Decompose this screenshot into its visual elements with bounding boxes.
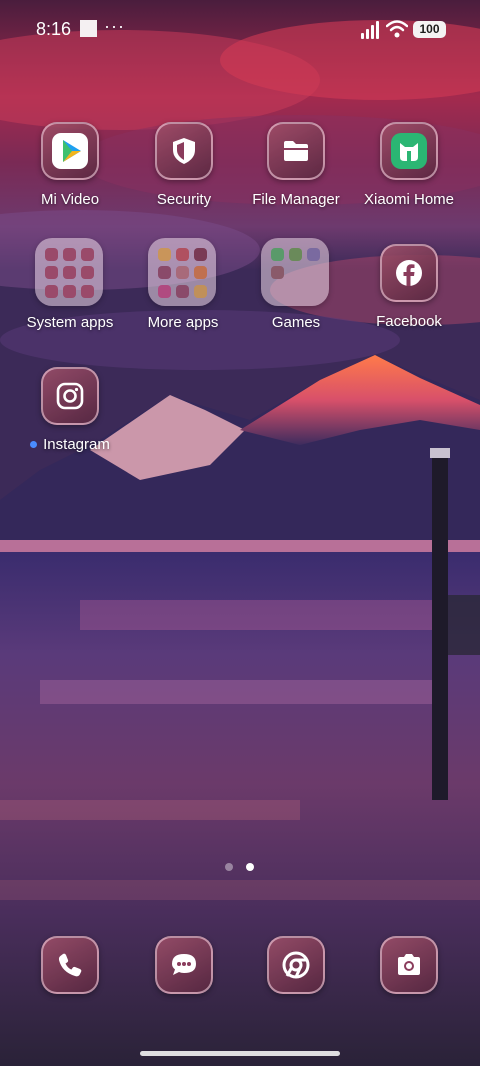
new-install-indicator: [30, 440, 38, 448]
camera-icon: [398, 954, 420, 975]
file-manager-icon[interactable]: [267, 122, 325, 180]
mi-video-icon[interactable]: [41, 122, 99, 180]
status-bar: 8:16 ··· 100: [0, 0, 480, 60]
folder-icon: [284, 141, 308, 161]
camera-app-icon[interactable]: [380, 936, 438, 994]
folder-label: More apps: [147, 314, 219, 331]
instagram-icon: [56, 382, 84, 410]
phone-icon: [58, 953, 82, 977]
xiaomi-home-icon[interactable]: [380, 122, 438, 180]
app-label: File Manager: [252, 191, 340, 208]
messages-app-icon[interactable]: [155, 936, 213, 994]
folder-preview[interactable]: [35, 238, 103, 306]
chrome-icon: [282, 951, 310, 979]
status-time: 8:16: [36, 19, 72, 39]
wifi-icon: [386, 20, 408, 38]
home-gesture-bar[interactable]: [140, 1051, 340, 1056]
app-label: Mi Video: [40, 191, 100, 208]
folder-label: Games: [271, 314, 321, 331]
battery-level: 100: [419, 22, 440, 36]
facebook-icon: [396, 260, 422, 286]
page-dot-2-active[interactable]: [246, 863, 254, 871]
facebook-app-icon[interactable]: [380, 244, 438, 302]
page-dot-1[interactable]: [225, 863, 233, 871]
app-label: Facebook: [376, 313, 442, 330]
app-label: Xiaomi Home: [363, 191, 455, 208]
shield-icon: [173, 138, 195, 164]
mi-home-icon: [391, 133, 427, 169]
messages-icon: [172, 954, 196, 975]
app-label-row: Instagram: [10, 436, 130, 453]
app-label: Instagram: [43, 436, 110, 453]
phone-app-icon[interactable]: [41, 936, 99, 994]
instagram-app-icon[interactable]: [41, 367, 99, 425]
folder-preview[interactable]: [261, 238, 329, 306]
folder-label: System apps: [26, 314, 114, 331]
more-notifications-icon: ···: [104, 16, 125, 36]
security-icon[interactable]: [155, 122, 213, 180]
battery-icon: 100: [413, 21, 446, 38]
signal-icon: [361, 21, 379, 39]
notification-square-icon: [80, 20, 97, 37]
chrome-app-icon[interactable]: [267, 936, 325, 994]
app-label: Security: [156, 191, 212, 208]
mi-video-play-icon: [52, 133, 88, 169]
folder-preview[interactable]: [148, 238, 216, 306]
